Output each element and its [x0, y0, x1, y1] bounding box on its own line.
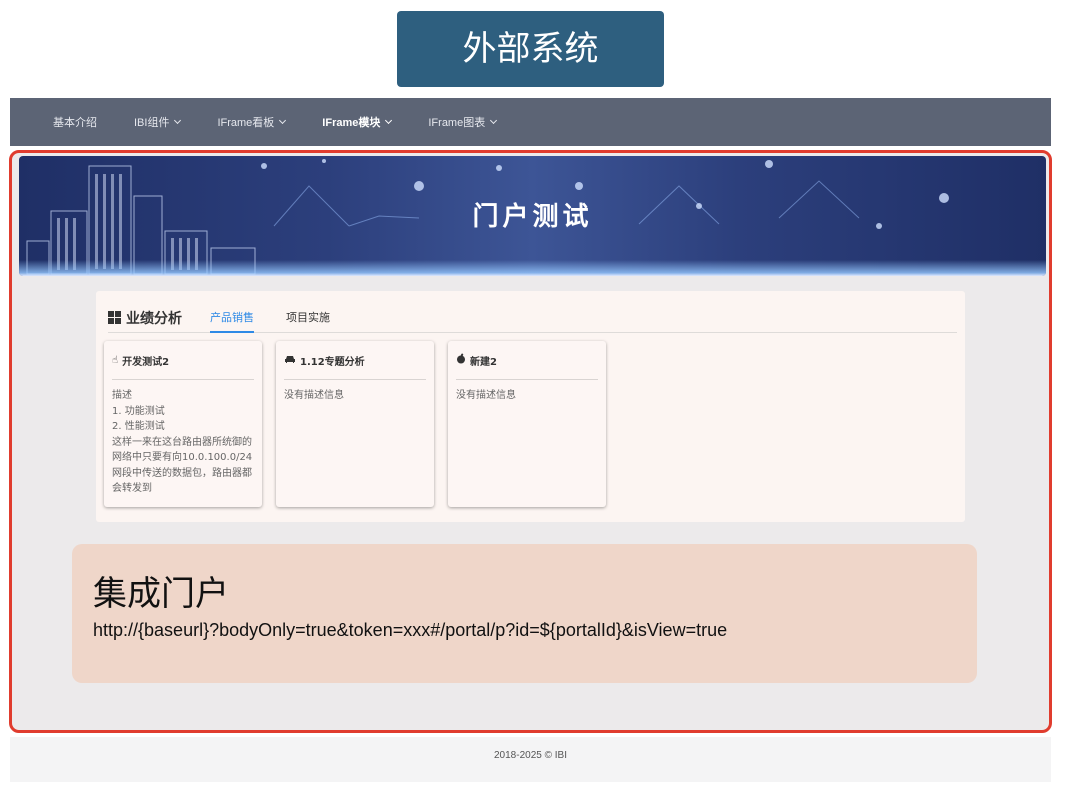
footer: 2018-2025 © IBI: [10, 737, 1051, 782]
nav-item-label: 基本介绍: [53, 117, 97, 129]
grid-icon: [108, 311, 121, 324]
nav-item-iframe-module[interactable]: IFrame模块: [322, 114, 393, 130]
panel-heading-text: 业绩分析: [126, 310, 182, 327]
module-card[interactable]: ☝ 开发测试2 描述 1. 功能测试 2. 性能测试 这样一来在这台路由器所统御…: [104, 341, 262, 507]
top-nav: 基本介绍 IBI组件 IFrame看板 IFrame模块 IFrame图表: [10, 98, 1051, 146]
card-header: 1.12专题分析: [284, 351, 426, 380]
nav-item-iframe-dashboard[interactable]: IFrame看板: [217, 114, 287, 130]
nav-item-iframe-chart[interactable]: IFrame图表: [428, 114, 498, 130]
chevron-down-icon: [174, 116, 182, 125]
integration-note: 集成门户 http://{baseurl}?bodyOnly=true&toke…: [72, 544, 977, 683]
external-system-title: 外部系统: [397, 11, 664, 87]
car-icon: [284, 354, 296, 367]
chevron-down-icon: [385, 116, 393, 125]
nav-item-label: IBI组件: [134, 117, 170, 129]
card-list: ☝ 开发测试2 描述 1. 功能测试 2. 性能测试 这样一来在这台路由器所统御…: [104, 341, 620, 507]
integration-url: http://{baseurl}?bodyOnly=true&token=xxx…: [93, 620, 728, 640]
module-card[interactable]: 1.12专题分析 没有描述信息: [276, 341, 434, 507]
nav-item-label: IFrame看板: [217, 117, 275, 129]
chevron-down-icon: [279, 116, 287, 125]
module-panel: 业绩分析 产品销售 项目实施 ☝ 开发测试2 描述 1. 功能测试 2. 性能测…: [96, 291, 965, 522]
card-title: 开发测试2: [122, 356, 170, 368]
banner-title: 门户测试: [472, 202, 593, 232]
card-description: 没有描述信息: [284, 390, 344, 401]
card-header: 新建2: [456, 351, 598, 380]
card-description: 描述 1. 功能测试 2. 性能测试 这样一来在这台路由器所统御的网络中只要有向…: [112, 390, 253, 494]
tab-bar: 业绩分析 产品销售 项目实施: [108, 303, 957, 333]
nav-item-label: IFrame模块: [322, 117, 381, 129]
nav-item-ibi-components[interactable]: IBI组件: [134, 114, 182, 130]
module-card[interactable]: 新建2 没有描述信息: [448, 341, 606, 507]
card-title: 新建2: [470, 356, 497, 368]
apple-icon: [456, 353, 466, 367]
integration-title: 集成门户: [93, 574, 229, 614]
banner-glow: [19, 260, 1046, 276]
tab-project-implementation[interactable]: 项目实施: [286, 303, 330, 333]
chevron-down-icon: [490, 116, 498, 125]
hand-icon: ☝: [112, 354, 119, 366]
card-header: ☝ 开发测试2: [112, 351, 254, 380]
nav-item-label: IFrame图表: [428, 117, 486, 129]
tab-product-sales[interactable]: 产品销售: [210, 303, 254, 333]
card-description: 没有描述信息: [456, 390, 516, 401]
card-title: 1.12专题分析: [300, 356, 365, 368]
portal-banner: 门户测试: [19, 156, 1046, 276]
nav-item-intro[interactable]: 基本介绍: [53, 114, 97, 130]
panel-heading: 业绩分析: [108, 308, 182, 328]
